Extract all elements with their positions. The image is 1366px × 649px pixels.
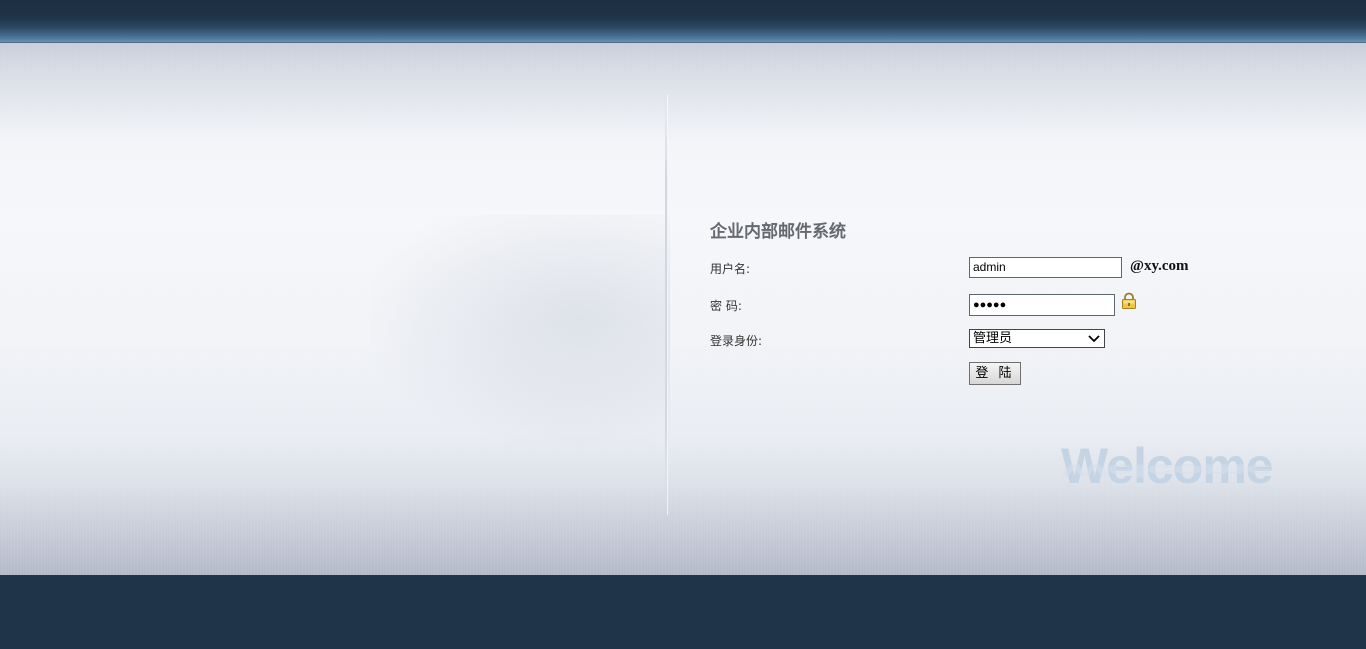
- password-label: 密 码:: [710, 299, 742, 313]
- lock-icon: [1122, 292, 1136, 309]
- header-bar: [0, 0, 1366, 43]
- role-select[interactable]: 管理员: [969, 329, 1105, 348]
- role-select-value: 管理员: [973, 331, 1013, 346]
- login-page: 企业内部邮件系统 用户名: admin @xy.com 密 码: ●●●●● 登…: [0, 0, 1366, 649]
- page-title: 企业内部邮件系统: [710, 222, 846, 242]
- username-input[interactable]: admin: [969, 257, 1122, 278]
- content-background: [0, 43, 1366, 575]
- welcome-reflection: Welcome: [1061, 460, 1273, 480]
- footer-bar: [0, 575, 1366, 649]
- username-label: 用户名:: [710, 262, 751, 276]
- chevron-down-icon: [1088, 335, 1100, 343]
- domain-suffix: @xy.com: [1130, 258, 1189, 274]
- login-button[interactable]: 登 陆: [969, 362, 1021, 385]
- vertical-divider: [665, 95, 668, 515]
- background-glow: [370, 215, 670, 445]
- password-input[interactable]: ●●●●●: [969, 294, 1115, 316]
- role-label: 登录身份:: [710, 334, 763, 348]
